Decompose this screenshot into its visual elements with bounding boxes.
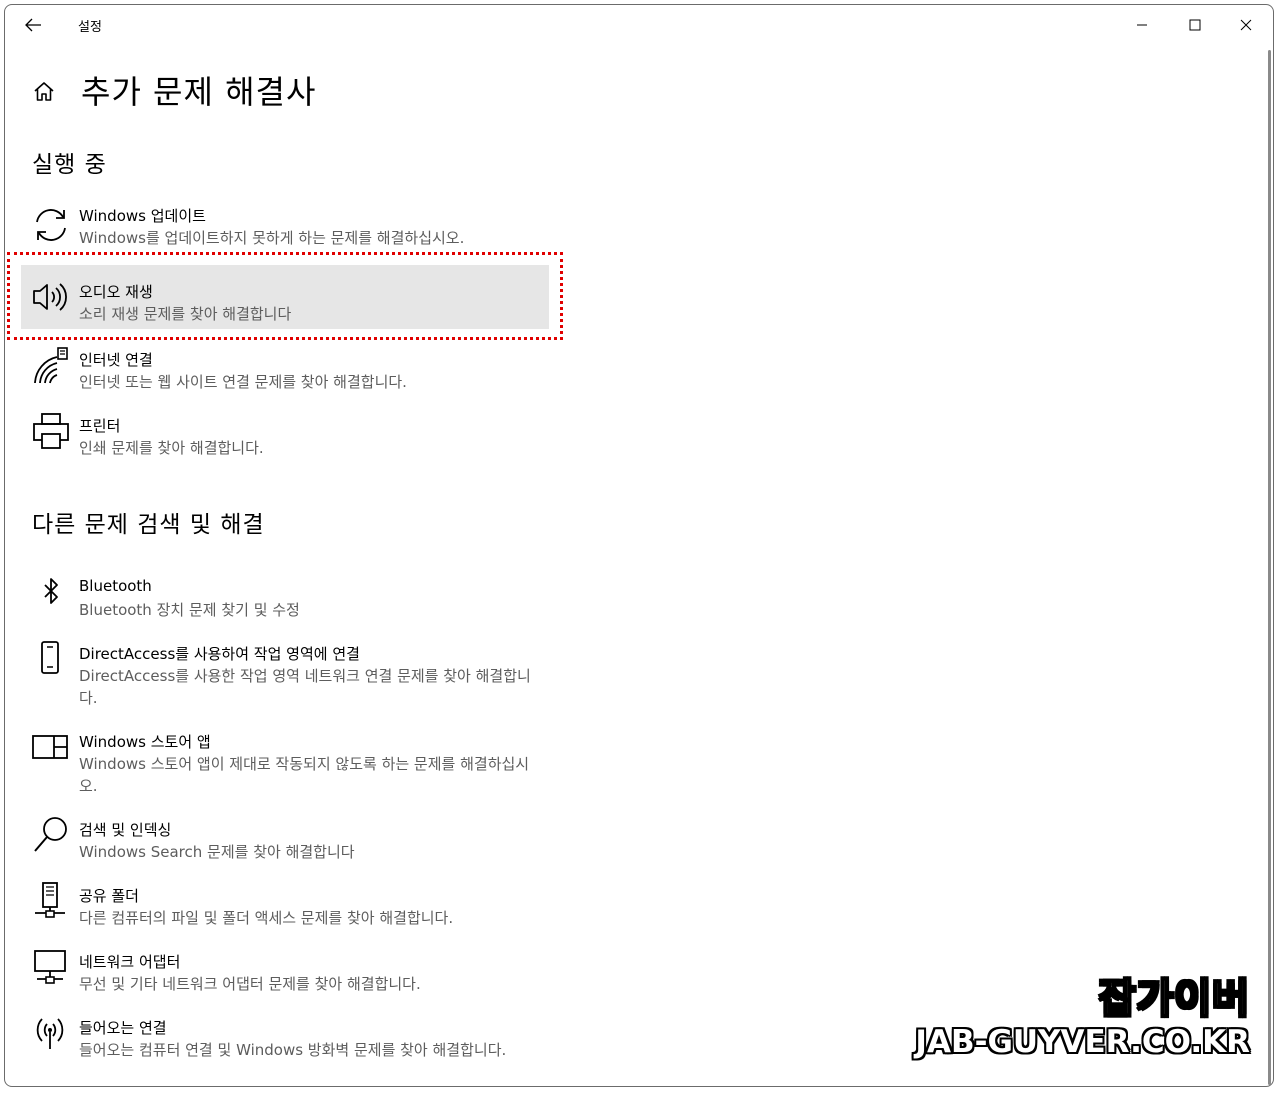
home-icon bbox=[34, 82, 54, 101]
troubleshooter-directaccess[interactable]: DirectAccess를 사용하여 작업 영역에 연결 DirectAcces… bbox=[21, 637, 549, 707]
troubleshooter-bluetooth[interactable]: Bluetooth Bluetooth 장치 문제 찾기 및 수정 bbox=[21, 571, 549, 621]
search-icon bbox=[31, 815, 71, 855]
item-title: DirectAccess를 사용하여 작업 영역에 연결 bbox=[79, 645, 360, 663]
window-icon bbox=[31, 727, 71, 767]
maximize-button[interactable] bbox=[1172, 11, 1218, 39]
wifi-icon bbox=[31, 345, 71, 385]
speaker-icon bbox=[31, 277, 71, 317]
title-bar: 설정 bbox=[5, 5, 1273, 45]
troubleshooter-shared-folders[interactable]: 공유 폴더 다른 컴퓨터의 파일 및 폴더 액세스 문제를 찾아 해결합니다. bbox=[21, 879, 549, 929]
back-button[interactable] bbox=[21, 13, 45, 37]
item-title: Windows 스토어 앱 bbox=[79, 733, 211, 751]
item-desc: Windows를 업데이트하지 못하게 하는 문제를 해결하십시오. bbox=[79, 229, 465, 247]
minimize-button[interactable] bbox=[1119, 11, 1165, 39]
item-title: 공유 폴더 bbox=[79, 887, 139, 905]
item-desc: 인쇄 문제를 찾아 해결합니다. bbox=[79, 439, 264, 457]
item-title: 검색 및 인덱싱 bbox=[79, 821, 172, 839]
item-desc: 다른 컴퓨터의 파일 및 폴더 액세스 문제를 찾아 해결합니다. bbox=[79, 909, 454, 927]
item-desc: 인터넷 또는 웹 사이트 연결 문제를 찾아 해결합니다. bbox=[79, 373, 407, 391]
item-title: 프린터 bbox=[79, 417, 121, 435]
section-title-running: 실행 중 bbox=[32, 152, 107, 178]
item-desc: 들어오는 컴퓨터 연결 및 Windows 방화벽 문제를 찾아 해결합니다. bbox=[79, 1041, 507, 1059]
item-desc: Windows Search 문제를 찾아 해결합니다 bbox=[79, 843, 355, 861]
scrollbar[interactable] bbox=[1268, 50, 1271, 1085]
minimize-icon bbox=[1137, 24, 1147, 26]
troubleshooter-network-adapter[interactable]: 네트워크 어댑터 무선 및 기타 네트워크 어댑터 문제를 찾아 해결합니다. bbox=[21, 945, 549, 995]
section-title-other: 다른 문제 검색 및 해결 bbox=[32, 512, 265, 538]
item-title: 오디오 재생 bbox=[79, 283, 153, 301]
troubleshooter-audio-playback[interactable]: 오디오 재생 소리 재생 문제를 찾아 해결합니다 bbox=[21, 265, 549, 329]
phone-icon bbox=[31, 639, 71, 679]
troubleshooter-windows-update[interactable]: Windows 업데이트 Windows를 업데이트하지 못하게 하는 문제를 … bbox=[21, 205, 549, 255]
sync-icon bbox=[31, 205, 71, 245]
watermark-url: JAB-GUYVER.CO.KR bbox=[915, 1024, 1250, 1060]
troubleshooter-incoming-connections[interactable]: 들어오는 연결 들어오는 컴퓨터 연결 및 Windows 방화벽 문제를 찾아… bbox=[21, 1011, 549, 1081]
watermark: 잡가이버 JAB-GUYVER.CO.KR bbox=[915, 975, 1250, 1062]
item-title: 인터넷 연결 bbox=[79, 351, 153, 369]
item-desc: 무선 및 기타 네트워크 어댑터 문제를 찾아 해결합니다. bbox=[79, 975, 421, 993]
troubleshooter-windows-store-apps[interactable]: Windows 스토어 앱 Windows 스토어 앱이 제대로 작동되지 않도… bbox=[21, 725, 549, 795]
page-title: 추가 문제 해결사 bbox=[81, 73, 317, 111]
item-title: Bluetooth bbox=[79, 577, 152, 595]
watermark-korean: 잡가이버 bbox=[1098, 975, 1250, 1023]
item-title: 네트워크 어댑터 bbox=[79, 953, 181, 971]
maximize-icon bbox=[1189, 19, 1201, 31]
app-title: 설정 bbox=[78, 20, 102, 35]
bluetooth-icon bbox=[31, 573, 71, 613]
item-title: Windows 업데이트 bbox=[79, 207, 206, 225]
back-arrow-icon bbox=[25, 18, 41, 32]
antenna-icon bbox=[31, 1013, 71, 1053]
network-adapter-icon bbox=[31, 947, 71, 987]
item-desc: Windows 스토어 앱이 제대로 작동되지 않도록 하는 문제를 해결하십시… bbox=[79, 755, 530, 795]
close-icon bbox=[1240, 19, 1252, 31]
item-desc: Bluetooth 장치 문제 찾기 및 수정 bbox=[79, 601, 300, 619]
item-desc: DirectAccess를 사용한 작업 영역 네트워크 연결 문제를 찾아 해… bbox=[79, 667, 531, 707]
shared-folder-icon bbox=[31, 881, 71, 921]
printer-icon bbox=[31, 411, 71, 451]
close-button[interactable] bbox=[1223, 11, 1269, 39]
settings-window: 설정 추가 문제 해결사 실행 중 Windows 업데이트 Windows를 … bbox=[4, 4, 1274, 1087]
troubleshooter-search-indexing[interactable]: 검색 및 인덱싱 Windows Search 문제를 찾아 해결합니다 bbox=[21, 813, 549, 863]
item-desc: 소리 재생 문제를 찾아 해결합니다 bbox=[79, 305, 292, 323]
home-button[interactable] bbox=[31, 79, 57, 105]
troubleshooter-printer[interactable]: 프린터 인쇄 문제를 찾아 해결합니다. bbox=[21, 409, 549, 459]
troubleshooter-internet-connection[interactable]: 인터넷 연결 인터넷 또는 웹 사이트 연결 문제를 찾아 해결합니다. bbox=[21, 343, 549, 393]
item-title: 들어오는 연결 bbox=[79, 1019, 167, 1037]
